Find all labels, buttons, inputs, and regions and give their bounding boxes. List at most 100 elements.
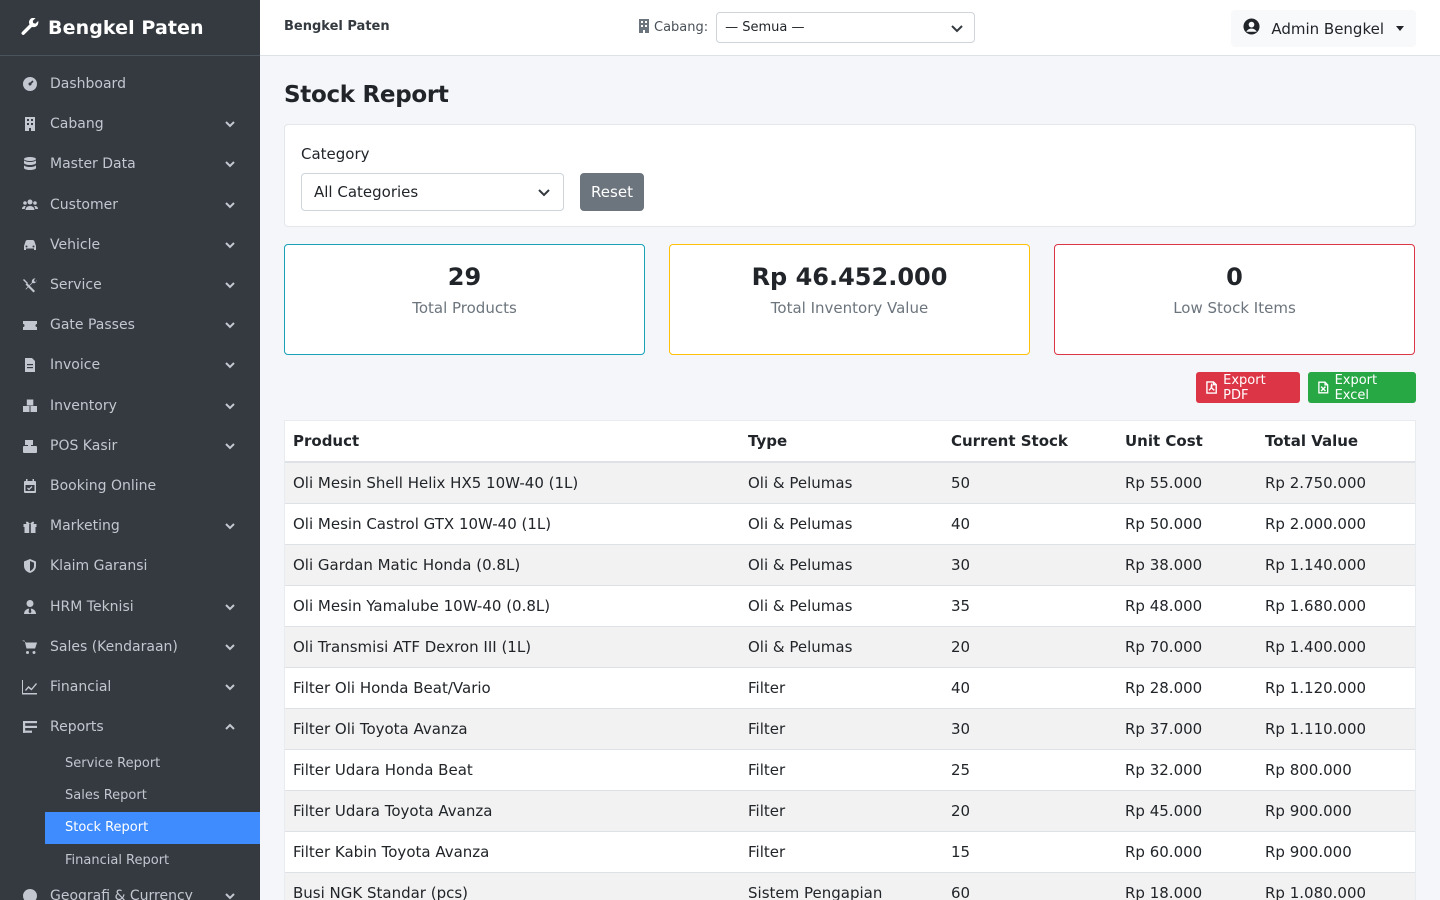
chevron-down-icon xyxy=(224,319,236,331)
sidebar-item-pos-kasir[interactable]: POS Kasir xyxy=(0,426,260,466)
user-menu[interactable]: Admin Bengkel xyxy=(1231,10,1416,47)
invoice-icon xyxy=(21,356,39,374)
table-row: Oli Mesin Castrol GTX 10W-40 (1L) Oli & P… xyxy=(285,502,1415,544)
product-cell: Busi NGK Standar (pcs) xyxy=(285,871,740,900)
total-value-cell: Rp 900.000 xyxy=(1257,789,1415,831)
sidebar-item-master-data[interactable]: Master Data xyxy=(0,144,260,184)
file-pdf-icon xyxy=(1206,381,1217,394)
category-select[interactable]: All Categories xyxy=(301,173,564,211)
building-icon xyxy=(638,18,650,37)
sidebar-item-reports[interactable]: Reports xyxy=(0,707,260,747)
table-row: Oli Mesin Shell Helix HX5 10W-40 (1L) Oli… xyxy=(285,461,1415,503)
gift-icon xyxy=(21,517,39,535)
chevron-down-icon xyxy=(224,641,236,653)
page-title: Stock Report xyxy=(284,82,449,108)
product-cell: Filter Kabin Toyota Avanza xyxy=(285,830,740,872)
column-header-total-value: Total Value xyxy=(1257,421,1415,463)
sidebar-item-label: Dashboard xyxy=(50,76,126,93)
brand[interactable]: Bengkel Paten xyxy=(0,0,260,56)
unit-cost-cell: Rp 50.000 xyxy=(1117,502,1257,544)
sidebar-item-hrm-teknisi[interactable]: HRM Teknisi xyxy=(0,586,260,626)
current-stock-cell: 20 xyxy=(943,789,1117,831)
stat-total-inventory-value: Rp 46.452.000 Total Inventory Value xyxy=(669,244,1030,355)
sidebar-subitem-sales-report[interactable]: Sales Report xyxy=(0,779,260,811)
export-excel-label: Export Excel xyxy=(1334,372,1378,403)
export-pdf-button[interactable]: Export PDF xyxy=(1196,372,1300,403)
cash-register-icon xyxy=(21,437,39,455)
type-cell: Filter xyxy=(740,748,943,790)
file-excel-icon xyxy=(1318,381,1329,394)
chevron-down-icon xyxy=(951,24,963,32)
total-value-cell: Rp 1.680.000 xyxy=(1257,584,1415,626)
sidebar-item-inventory[interactable]: Inventory xyxy=(0,386,260,426)
type-cell: Oli & Pelumas xyxy=(740,543,943,585)
chevron-down-icon xyxy=(538,189,550,197)
chevron-up-icon xyxy=(224,721,236,733)
column-header-current-stock: Current Stock xyxy=(943,421,1117,463)
sidebar-item-service[interactable]: Service xyxy=(0,265,260,305)
unit-cost-cell: Rp 55.000 xyxy=(1117,461,1257,503)
total-value-cell: Rp 2.000.000 xyxy=(1257,502,1415,544)
branch-select[interactable]: — Semua — xyxy=(716,12,976,43)
user-name: Admin Bengkel xyxy=(1271,19,1384,38)
category-label: Category xyxy=(301,145,370,163)
export-actions: Export PDF Export Excel xyxy=(284,372,1416,403)
export-excel-button[interactable]: Export Excel xyxy=(1308,372,1416,403)
sidebar-subitem-stock-report[interactable]: Stock Report xyxy=(45,811,260,845)
sidebar-item-label: Vehicle xyxy=(50,236,101,253)
unit-cost-cell: Rp 28.000 xyxy=(1117,666,1257,708)
branch-selector: Cabang: — Semua — xyxy=(638,12,976,43)
product-cell: Oli Mesin Yamalube 10W-40 (0.8L) xyxy=(285,584,740,626)
sidebar-item-geografi-currency[interactable]: Geografi & Currency xyxy=(0,876,260,900)
unit-cost-cell: Rp 45.000 xyxy=(1117,789,1257,831)
table-row: Filter Kabin Toyota Avanza Filter 15 Rp 60.… xyxy=(285,830,1415,872)
sidebar-item-label: Gate Passes xyxy=(50,317,135,334)
type-cell: Filter xyxy=(740,789,943,831)
product-cell: Oli Mesin Castrol GTX 10W-40 (1L) xyxy=(285,502,740,544)
type-cell: Filter xyxy=(740,707,943,749)
product-cell: Filter Udara Honda Beat xyxy=(285,748,740,790)
chevron-down-icon xyxy=(224,359,236,371)
sidebar-item-sales-kendaraan[interactable]: Sales (Kendaraan) xyxy=(0,627,260,667)
filter-card: Category All Categories Reset xyxy=(284,124,1416,227)
unit-cost-cell: Rp 70.000 xyxy=(1117,625,1257,667)
sidebar-item-gate-passes[interactable]: Gate Passes xyxy=(0,305,260,345)
sidebar-item-label: Cabang xyxy=(50,116,104,133)
sidebar-item-vehicle[interactable]: Vehicle xyxy=(0,225,260,265)
current-stock-cell: 50 xyxy=(943,461,1117,503)
sidebar-item-label: Service xyxy=(50,277,102,294)
unit-cost-cell: Rp 37.000 xyxy=(1117,707,1257,749)
sidebar-subitem-financial-report[interactable]: Financial Report xyxy=(0,844,260,876)
building-icon xyxy=(21,115,39,133)
sidebar-item-klaim-garansi[interactable]: Klaim Garansi xyxy=(0,546,260,586)
sidebar-item-booking-online[interactable]: Booking Online xyxy=(0,466,260,506)
topbar-title: Bengkel Paten xyxy=(284,19,390,34)
branch-label: Cabang: xyxy=(654,20,709,35)
sidebar-item-label: HRM Teknisi xyxy=(50,598,134,615)
sidebar-item-marketing[interactable]: Marketing xyxy=(0,506,260,546)
sidebar-item-label: Inventory xyxy=(50,397,117,414)
ticket-icon xyxy=(21,316,39,334)
sidebar-item-invoice[interactable]: Invoice xyxy=(0,345,260,385)
chevron-down-icon xyxy=(224,681,236,693)
database-icon xyxy=(21,155,39,173)
wrench-icon xyxy=(21,17,39,35)
sidebar-item-label: Customer xyxy=(50,196,119,213)
type-cell: Oli & Pelumas xyxy=(740,502,943,544)
current-stock-cell: 30 xyxy=(943,707,1117,749)
total-value-cell: Rp 800.000 xyxy=(1257,748,1415,790)
reset-button[interactable]: Reset xyxy=(580,173,644,211)
sidebar-item-dashboard[interactable]: Dashboard xyxy=(0,64,260,104)
user-circle-icon xyxy=(1243,18,1260,39)
main-content: Stock Report Category All Categories Res… xyxy=(284,56,1416,900)
product-cell: Filter Oli Toyota Avanza xyxy=(285,707,740,749)
sidebar-item-financial[interactable]: Financial xyxy=(0,667,260,707)
sidebar-item-label: Marketing xyxy=(50,518,120,535)
sidebar-item-cabang[interactable]: Cabang xyxy=(0,104,260,144)
product-cell: Filter Udara Toyota Avanza xyxy=(285,789,740,831)
stock-table: Product Type Current Stock Unit Cost Tot… xyxy=(285,421,1415,900)
sidebar-subitem-service-report[interactable]: Service Report xyxy=(0,747,260,779)
chevron-down-icon xyxy=(224,199,236,211)
brand-name: Bengkel Paten xyxy=(48,16,204,39)
sidebar-item-customer[interactable]: Customer xyxy=(0,185,260,225)
